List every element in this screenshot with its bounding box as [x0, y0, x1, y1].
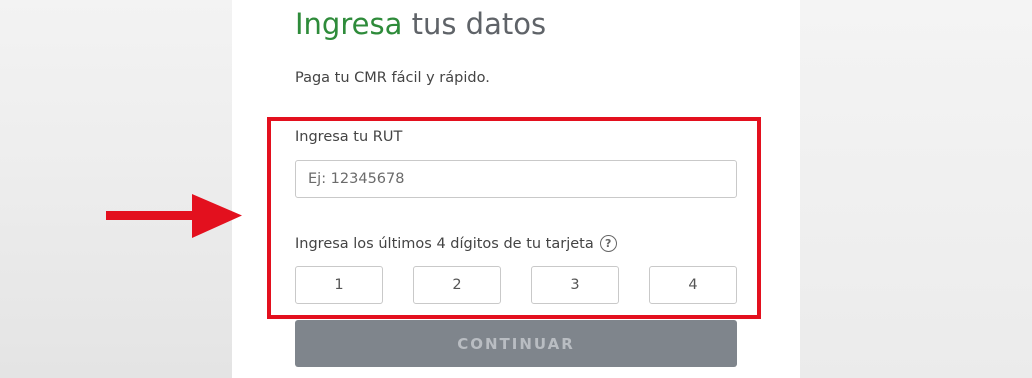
- page-title: Ingresa tus datos: [295, 4, 546, 44]
- rut-input[interactable]: [295, 160, 737, 198]
- card-digit-input-2[interactable]: [413, 266, 501, 304]
- background-left: [0, 0, 232, 378]
- card-digit-input-3[interactable]: [531, 266, 619, 304]
- help-circle-icon[interactable]: ?: [599, 235, 617, 252]
- red-arrow-icon: [106, 194, 242, 238]
- page-title-rest: tus datos: [402, 7, 547, 41]
- rut-label: Ingresa tu RUT: [295, 129, 403, 145]
- page-subtitle: Paga tu CMR fácil y rápido.: [295, 70, 490, 86]
- page-title-accent: Ingresa: [295, 7, 403, 41]
- card-digits-label: Ingresa los últimos 4 dígitos de tu tarj…: [295, 235, 594, 252]
- card-digits-label-row: Ingresa los últimos 4 dígitos de tu tarj…: [295, 235, 617, 252]
- continue-button[interactable]: CONTINUAR: [295, 320, 737, 367]
- card-digit-input-1[interactable]: [295, 266, 383, 304]
- background-right: [800, 0, 1032, 378]
- card-digit-input-4[interactable]: [649, 266, 737, 304]
